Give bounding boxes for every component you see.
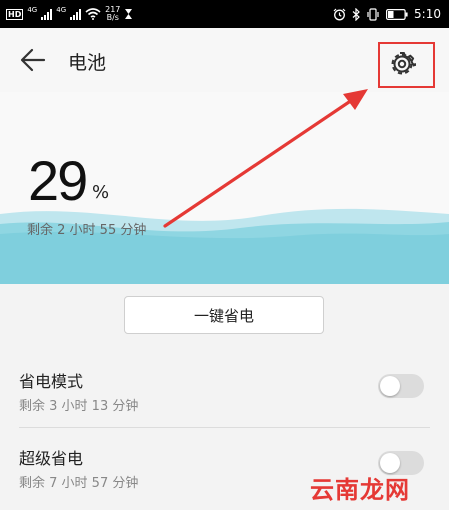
row-title: 省电模式	[19, 372, 84, 391]
network-type-1: 4G	[27, 6, 38, 14]
status-bar-left: HD 4G 4G 217 B/s	[6, 5, 133, 23]
toggle-knob	[380, 376, 400, 396]
battery-percent: 29	[28, 149, 88, 212]
signal-2-icon	[70, 8, 82, 20]
bluetooth-icon	[352, 7, 360, 21]
back-arrow-icon[interactable]	[20, 48, 46, 72]
remaining-time: 剩余 2 小时 55 分钟	[27, 223, 147, 238]
clock: 5:10	[414, 7, 441, 21]
vibrate-icon	[367, 7, 379, 21]
watermark-logo: 云南龙网	[310, 476, 410, 504]
hd-badge: HD	[6, 8, 24, 20]
status-bar: HD 4G 4G 217 B/s 5:10	[0, 0, 449, 28]
percent-sign: %	[92, 182, 110, 203]
power-saving-toggle[interactable]	[378, 374, 424, 398]
gear-icon[interactable]	[388, 50, 416, 78]
page-title: 电池	[68, 52, 107, 74]
battery-icon	[386, 8, 408, 20]
one-key-save-button[interactable]: 一键省电	[124, 296, 324, 334]
row-title: 超级省电	[19, 449, 84, 468]
hourglass-icon	[125, 9, 133, 19]
network-speed: 217 B/s	[105, 5, 121, 22]
row-divider	[19, 427, 430, 428]
row-subtitle: 剩余 7 小时 57 分钟	[19, 476, 139, 491]
signal-1-icon	[41, 8, 53, 20]
list-item-power-saving-mode[interactable]: 省电模式 剩余 3 小时 13 分钟	[0, 360, 449, 430]
network-type-2: 4G	[56, 6, 67, 14]
battery-level-panel: 29 % 剩余 2 小时 55 分钟	[0, 92, 449, 284]
app-header: 电池	[0, 28, 449, 92]
status-bar-right: 5:10	[333, 5, 441, 23]
row-subtitle: 剩余 3 小时 13 分钟	[19, 399, 139, 414]
alarm-icon	[333, 8, 346, 20]
wifi-icon	[85, 8, 101, 20]
